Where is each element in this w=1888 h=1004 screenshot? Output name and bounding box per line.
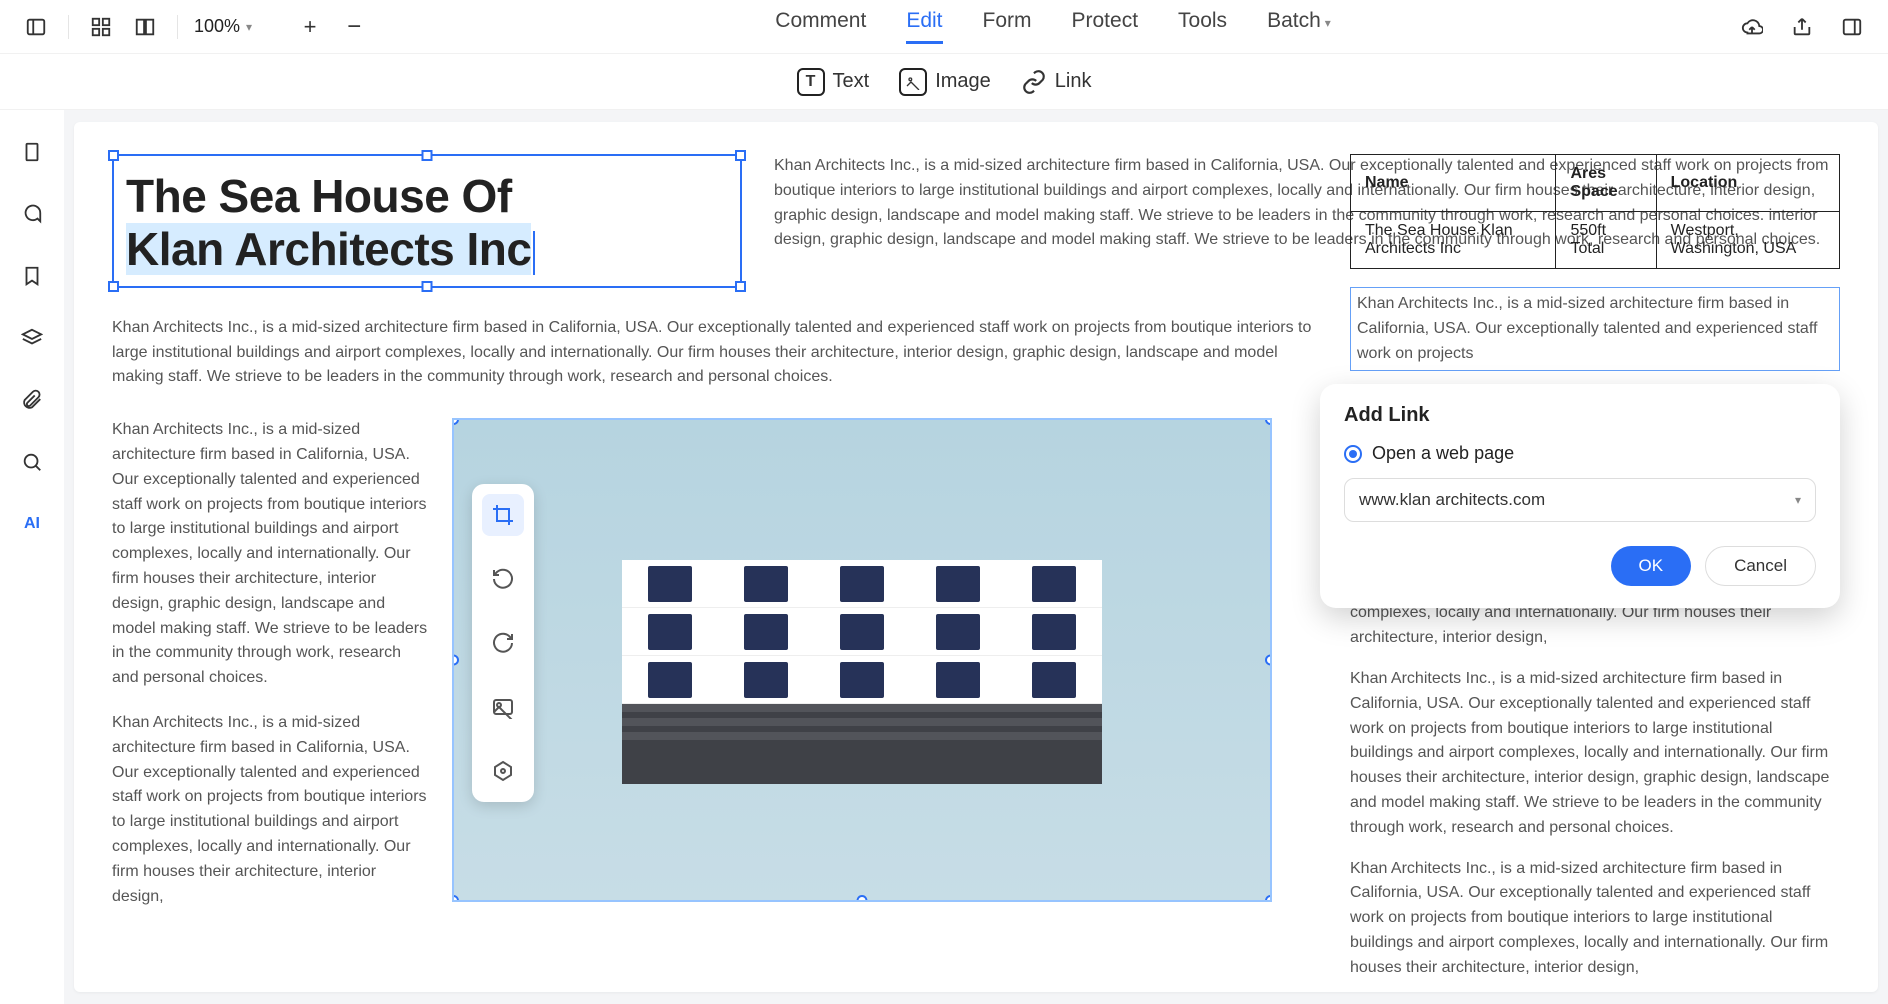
- resize-handle[interactable]: [108, 150, 119, 161]
- resize-handle[interactable]: [452, 655, 459, 666]
- image-tools-panel: [472, 484, 534, 802]
- table-header: Name: [1351, 155, 1556, 212]
- tab-tools[interactable]: Tools: [1178, 9, 1227, 44]
- edit-image-button[interactable]: Image: [899, 68, 991, 96]
- comments-icon[interactable]: [16, 198, 48, 230]
- resize-handle[interactable]: [108, 281, 119, 292]
- separator: [68, 15, 69, 39]
- grid-view-icon[interactable]: [85, 11, 117, 43]
- title-line-1[interactable]: The Sea House Of: [126, 170, 728, 223]
- zoom-in-button[interactable]: +: [294, 11, 326, 43]
- share-icon[interactable]: [1786, 11, 1818, 43]
- table-header: Ares Space: [1556, 155, 1656, 212]
- left-sidebar: AI: [0, 110, 64, 1004]
- main-tabs: Comment Edit Form Protect Tools Batch▾: [382, 9, 1724, 44]
- separator: [177, 15, 178, 39]
- resize-handle[interactable]: [735, 150, 746, 161]
- selected-text-box[interactable]: The Sea House Of Klan Architects Inc: [112, 154, 742, 288]
- panel-toggle-icon[interactable]: [20, 11, 52, 43]
- crop-icon[interactable]: [482, 494, 524, 536]
- link-icon: [1021, 69, 1047, 95]
- rotate-right-icon[interactable]: [482, 622, 524, 664]
- bookmark-icon[interactable]: [16, 260, 48, 292]
- table-header: Location: [1656, 155, 1839, 212]
- search-icon[interactable]: [16, 446, 48, 478]
- settings-icon[interactable]: [482, 750, 524, 792]
- rotate-left-icon[interactable]: [482, 558, 524, 600]
- tab-form[interactable]: Form: [983, 9, 1032, 44]
- tab-protect[interactable]: Protect: [1072, 9, 1139, 44]
- chevron-down-icon: ▾: [246, 20, 252, 34]
- two-page-icon[interactable]: [129, 11, 161, 43]
- resize-handle[interactable]: [452, 895, 459, 902]
- resize-handle[interactable]: [422, 281, 433, 292]
- zoom-dropdown[interactable]: 100% ▾: [194, 16, 252, 37]
- tab-batch[interactable]: Batch▾: [1267, 9, 1331, 44]
- chevron-down-icon: ▾: [1325, 16, 1331, 30]
- resize-handle[interactable]: [422, 150, 433, 161]
- resize-handle[interactable]: [857, 895, 868, 902]
- tab-edit[interactable]: Edit: [906, 9, 942, 44]
- image-icon: [899, 68, 927, 96]
- resize-handle[interactable]: [735, 281, 746, 292]
- right-panel-icon[interactable]: [1836, 11, 1868, 43]
- resize-handle[interactable]: [1265, 418, 1272, 425]
- resize-handle[interactable]: [1265, 655, 1272, 666]
- zoom-out-button[interactable]: −: [338, 11, 370, 43]
- resize-handle[interactable]: [1265, 895, 1272, 902]
- selected-image[interactable]: [452, 418, 1272, 902]
- text-icon: T: [797, 68, 825, 96]
- tab-comment[interactable]: Comment: [775, 9, 866, 44]
- info-table: Name Ares Space Location The Sea House K…: [1350, 154, 1840, 269]
- resize-handle[interactable]: [452, 418, 459, 425]
- cloud-upload-icon[interactable]: [1736, 11, 1768, 43]
- paragraph: Khan Architects Inc., is a mid-sized arc…: [112, 418, 432, 691]
- linked-text-highlight[interactable]: Khan Architects Inc., is a mid-sized arc…: [1350, 287, 1840, 371]
- paragraph: Khan Architects Inc., is a mid-sized arc…: [112, 711, 432, 909]
- pages-icon[interactable]: [16, 136, 48, 168]
- table-row: The Sea House Klan Architects Inc 550ft …: [1351, 212, 1840, 269]
- text-caret: [533, 231, 535, 275]
- edit-link-button[interactable]: Link: [1021, 69, 1092, 95]
- layers-icon[interactable]: [16, 322, 48, 354]
- paragraph: Khan Architects Inc., is a mid-sized arc…: [112, 316, 1312, 390]
- attachment-icon[interactable]: [16, 384, 48, 416]
- document-page[interactable]: The Sea House Of Klan Architects Inc Kha…: [74, 122, 1878, 992]
- edit-text-button[interactable]: TText: [797, 68, 870, 96]
- ai-icon[interactable]: AI: [16, 508, 48, 540]
- building-illustration: [622, 560, 1102, 784]
- title-line-2[interactable]: Klan Architects Inc: [126, 223, 728, 276]
- replace-image-icon[interactable]: [482, 686, 524, 728]
- zoom-value: 100%: [194, 16, 240, 37]
